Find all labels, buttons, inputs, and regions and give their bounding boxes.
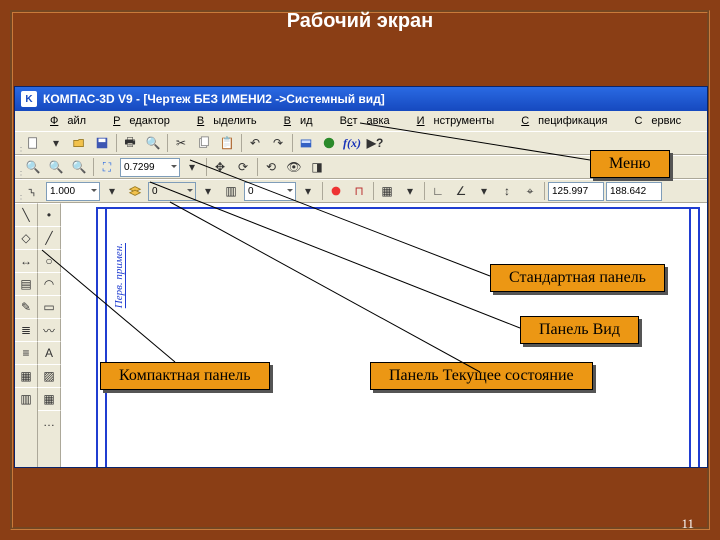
slide-title: Рабочий экран bbox=[0, 10, 720, 33]
menu-edit[interactable]: Редактор bbox=[104, 111, 188, 131]
fill-icon[interactable]: ▨ bbox=[38, 364, 61, 387]
undo-icon[interactable]: ↶ bbox=[244, 133, 267, 153]
menu-insert[interactable]: Вcтавка bbox=[331, 111, 408, 131]
canvas-label: Перв. примен. bbox=[113, 243, 125, 308]
label-standard: Стандартная панель bbox=[490, 264, 665, 292]
edit-icon[interactable]: ✎ bbox=[15, 295, 38, 318]
currentstate-toolbar: 1.000 ▾ 0 ▾ ▥ 0 ▾ ⊓ ▦ ▾ ∟ ∠ ▾ ↕ ⌖ 125.99… bbox=[15, 179, 707, 203]
globe-icon[interactable] bbox=[318, 133, 341, 153]
ortho-icon[interactable]: ∟ bbox=[427, 181, 450, 201]
shapes-icon[interactable]: ◇ bbox=[15, 226, 38, 249]
layer-field[interactable]: 0 bbox=[244, 182, 296, 201]
zoom-area-icon[interactable]: 🔍 bbox=[45, 157, 68, 177]
zoom-extents-icon[interactable]: ⛶ bbox=[96, 157, 119, 177]
rotate-icon[interactable]: ⟳ bbox=[232, 157, 255, 177]
menu-view[interactable]: Вид bbox=[275, 111, 331, 131]
library-icon[interactable] bbox=[295, 133, 318, 153]
cut-icon[interactable]: ✂ bbox=[170, 133, 193, 153]
axis-icon[interactable]: ↕ bbox=[496, 181, 519, 201]
chevron-down-icon[interactable]: ▾ bbox=[297, 181, 320, 201]
stop-icon[interactable] bbox=[325, 181, 348, 201]
more-icon[interactable]: … bbox=[38, 410, 61, 433]
app-logo-icon: K bbox=[21, 91, 37, 107]
state-field[interactable]: 0 bbox=[148, 182, 196, 201]
layers-icon[interactable] bbox=[124, 181, 147, 201]
move-icon[interactable]: ✥ bbox=[209, 157, 232, 177]
menubar[interactable]: Файл Редактор Выделить Вид Вcтавка Инстр… bbox=[15, 111, 707, 131]
circle-icon[interactable]: ○ bbox=[38, 249, 61, 272]
copy-icon[interactable] bbox=[193, 133, 216, 153]
coord-x[interactable]: 125.997 bbox=[548, 182, 604, 201]
layer-icon[interactable]: ▥ bbox=[220, 181, 243, 201]
segment-icon[interactable]: ╱ bbox=[38, 226, 61, 249]
label-menu: Меню bbox=[590, 150, 670, 178]
preview-icon[interactable]: 🔍 bbox=[142, 133, 165, 153]
menu-tools[interactable]: Инструменты bbox=[408, 111, 513, 131]
chevron-down-icon[interactable]: ▾ bbox=[101, 181, 124, 201]
menu-file[interactable]: Файл bbox=[41, 111, 104, 131]
save-icon[interactable] bbox=[91, 133, 114, 153]
show-icon[interactable]: 👁 bbox=[283, 157, 306, 177]
angle-icon[interactable]: ∠ bbox=[450, 181, 473, 201]
menu-service[interactable]: Сервис bbox=[625, 111, 699, 131]
chevron-down-icon[interactable]: ▾ bbox=[45, 133, 68, 153]
magnet-icon[interactable]: ⊓ bbox=[348, 181, 371, 201]
fx-icon[interactable]: f(x) bbox=[341, 133, 364, 153]
hatch-icon[interactable]: ▤ bbox=[15, 272, 38, 295]
table-icon[interactable]: ▦ bbox=[38, 387, 61, 410]
point-icon[interactable]: • bbox=[38, 203, 61, 226]
menu-select[interactable]: Выделить bbox=[188, 111, 275, 131]
titlebar: K КОМПАС-3D V9 - [Чертеж БЕЗ ИМЕНИ2 ->Си… bbox=[15, 87, 707, 111]
coord-icon[interactable]: ⌖ bbox=[519, 181, 542, 201]
menu-spec[interactable]: Спецификация bbox=[512, 111, 625, 131]
rect-icon[interactable]: ▭ bbox=[38, 295, 61, 318]
coord-y[interactable]: 188.642 bbox=[606, 182, 662, 201]
label-compact: Компактная панель bbox=[100, 362, 270, 390]
help-icon[interactable]: ▶? bbox=[364, 133, 387, 153]
page-number: 11 bbox=[681, 516, 694, 532]
grid-icon[interactable]: ▦ bbox=[376, 181, 399, 201]
chevron-down-icon[interactable]: ▾ bbox=[473, 181, 496, 201]
chevron-down-icon[interactable]: ▾ bbox=[399, 181, 422, 201]
label-currentstate: Панель Текущее состояние bbox=[370, 362, 593, 390]
open-icon[interactable] bbox=[68, 133, 91, 153]
zoom-out-icon[interactable]: 🔍 bbox=[68, 157, 91, 177]
line-icon[interactable]: ╲ bbox=[15, 203, 38, 226]
refresh-icon[interactable]: ⟲ bbox=[260, 157, 283, 177]
chevron-down-icon[interactable]: ▾ bbox=[197, 181, 220, 201]
window-title: КОМПАС-3D V9 - [Чертеж БЕЗ ИМЕНИ2 ->Сист… bbox=[43, 92, 385, 106]
chevron-down-icon[interactable]: ▾ bbox=[181, 157, 204, 177]
scale-field[interactable]: 1.000 bbox=[46, 182, 100, 201]
param-icon[interactable]: ≣ bbox=[15, 318, 38, 341]
arc-icon[interactable]: ◠ bbox=[38, 272, 61, 295]
text-icon[interactable]: A bbox=[38, 341, 61, 364]
dim-icon[interactable]: ↔ bbox=[15, 249, 38, 272]
zoom-field[interactable]: 0.7299 bbox=[120, 158, 180, 177]
spline-icon[interactable]: 〰 bbox=[38, 318, 61, 341]
report-icon[interactable]: ▥ bbox=[15, 387, 38, 410]
menu-window[interactable]: Окно bbox=[699, 111, 708, 131]
hide-icon[interactable]: ◨ bbox=[306, 157, 329, 177]
label-view: Панель Вид bbox=[520, 316, 639, 344]
compact-toolbar-2: • ╱ ○ ◠ ▭ 〰 A ▨ ▦ … bbox=[38, 203, 61, 468]
spec-icon[interactable]: ▦ bbox=[15, 364, 38, 387]
paste-icon[interactable]: 📋 bbox=[216, 133, 239, 153]
measure-icon[interactable]: ≡ bbox=[15, 341, 38, 364]
redo-icon[interactable]: ↷ bbox=[267, 133, 290, 153]
compact-toolbar-1: ╲ ◇ ↔ ▤ ✎ ≣ ≡ ▦ ▥ bbox=[15, 203, 38, 468]
print-icon[interactable]: 🖶 bbox=[119, 133, 142, 153]
